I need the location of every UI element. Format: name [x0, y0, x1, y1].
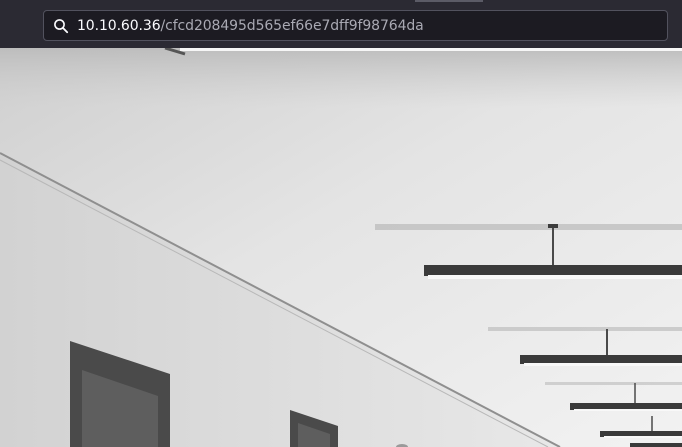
address-bar[interactable]: 10.10.60.36/cfcd208495d565ef66e7dff9f987…	[43, 10, 668, 41]
address-bar-url[interactable]: 10.10.60.36/cfcd208495d565ef66e7dff9f987…	[77, 17, 424, 35]
search-icon	[53, 18, 69, 34]
page-content	[0, 48, 682, 447]
url-path: /cfcd208495d565ef66e7dff9f98764da	[160, 18, 424, 34]
browser-toolbar: 10.10.60.36/cfcd208495d565ef66e7dff9f987…	[0, 0, 682, 48]
corridor-photo	[0, 48, 682, 447]
url-host: 10.10.60.36	[77, 18, 161, 34]
tab-indicator	[415, 0, 483, 2]
